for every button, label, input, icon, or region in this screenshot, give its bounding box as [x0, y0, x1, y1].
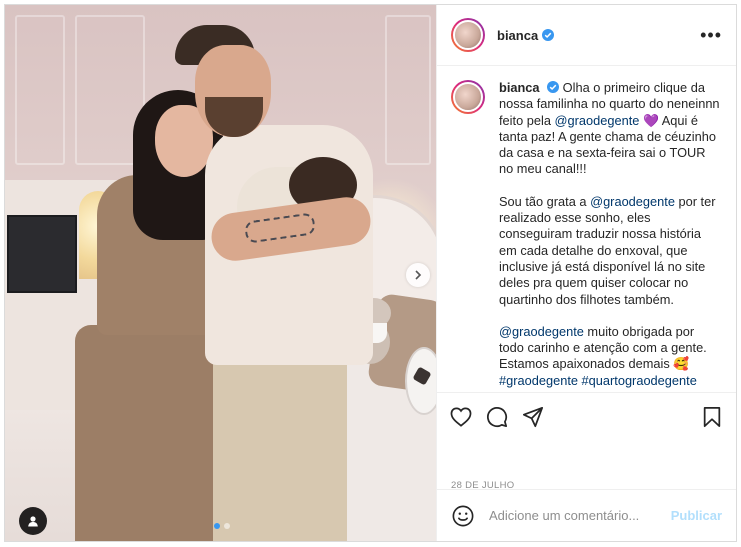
mention-link[interactable]: @graodegente [590, 194, 675, 209]
man-figure [213, 350, 347, 541]
comment-input[interactable] [489, 508, 671, 523]
post-photo[interactable] [5, 5, 436, 541]
more-options-button[interactable]: ••• [700, 26, 722, 44]
carousel-dots [214, 523, 230, 529]
action-bar [437, 392, 736, 440]
caption-text: bianca Olha o primeiro clique da nossa f… [499, 80, 722, 389]
caption: bianca Olha o primeiro clique da nossa f… [451, 80, 722, 389]
wall-panel [385, 15, 431, 165]
bookmark-icon [703, 406, 721, 427]
caption-paragraph: @graodegente muito obrigada por todo car… [499, 324, 722, 389]
chevron-right-icon [415, 270, 422, 280]
caption-body: por ter realizado esse sonho, eles conse… [499, 193, 716, 307]
purple-heart-emoji: 💜 [642, 112, 659, 128]
user-tag-icon [28, 516, 38, 527]
caption-body: Sou tão grata a [499, 193, 591, 209]
soccer-ball [405, 347, 436, 415]
heart-icon [450, 406, 472, 427]
carousel-dot-active [214, 523, 220, 529]
caption-avatar[interactable] [451, 80, 485, 114]
mention-link[interactable]: @graodegente [499, 324, 584, 339]
share-button[interactable] [521, 405, 545, 429]
post-header: bianca ••• [437, 5, 736, 66]
verified-badge-icon [542, 29, 555, 41]
wall-panel [15, 15, 65, 165]
hashtag-links[interactable]: #graodegente #quartograodegente [499, 373, 697, 388]
caption-username[interactable]: bianca [499, 80, 540, 95]
username-link[interactable]: bianca [497, 28, 538, 43]
caption-area[interactable]: bianca Olha o primeiro clique da nossa f… [437, 66, 736, 392]
like-button[interactable] [449, 405, 473, 429]
caption-paragraph: Sou tão grata a @graodegente por ter rea… [499, 194, 722, 308]
television [7, 215, 77, 293]
tagged-users-button[interactable] [19, 507, 47, 535]
post-side-panel: bianca ••• bianca Olha o primeiro clique… [436, 5, 736, 541]
smiling-face-hearts-emoji: 🥰 [673, 356, 690, 372]
verified-badge-icon [547, 81, 560, 93]
publish-button[interactable]: Publicar [671, 508, 722, 523]
post-container: bianca ••• bianca Olha o primeiro clique… [4, 4, 737, 542]
next-photo-button[interactable] [406, 263, 430, 287]
post-date[interactable]: 28 DE JULHO [451, 480, 515, 491]
comment-icon [487, 406, 508, 427]
carousel-dot [224, 523, 230, 529]
paper-plane-icon [522, 406, 544, 427]
mention-link[interactable]: @graodegente [555, 113, 640, 128]
comment-bar: Publicar [437, 489, 736, 541]
woman-figure [75, 325, 215, 541]
smiley-icon [452, 505, 474, 526]
save-button[interactable] [700, 405, 724, 429]
emoji-picker-button[interactable] [451, 504, 475, 528]
post-meta: 28 DE JULHO [437, 440, 736, 491]
avatar[interactable] [451, 18, 485, 52]
comment-button[interactable] [485, 405, 509, 429]
